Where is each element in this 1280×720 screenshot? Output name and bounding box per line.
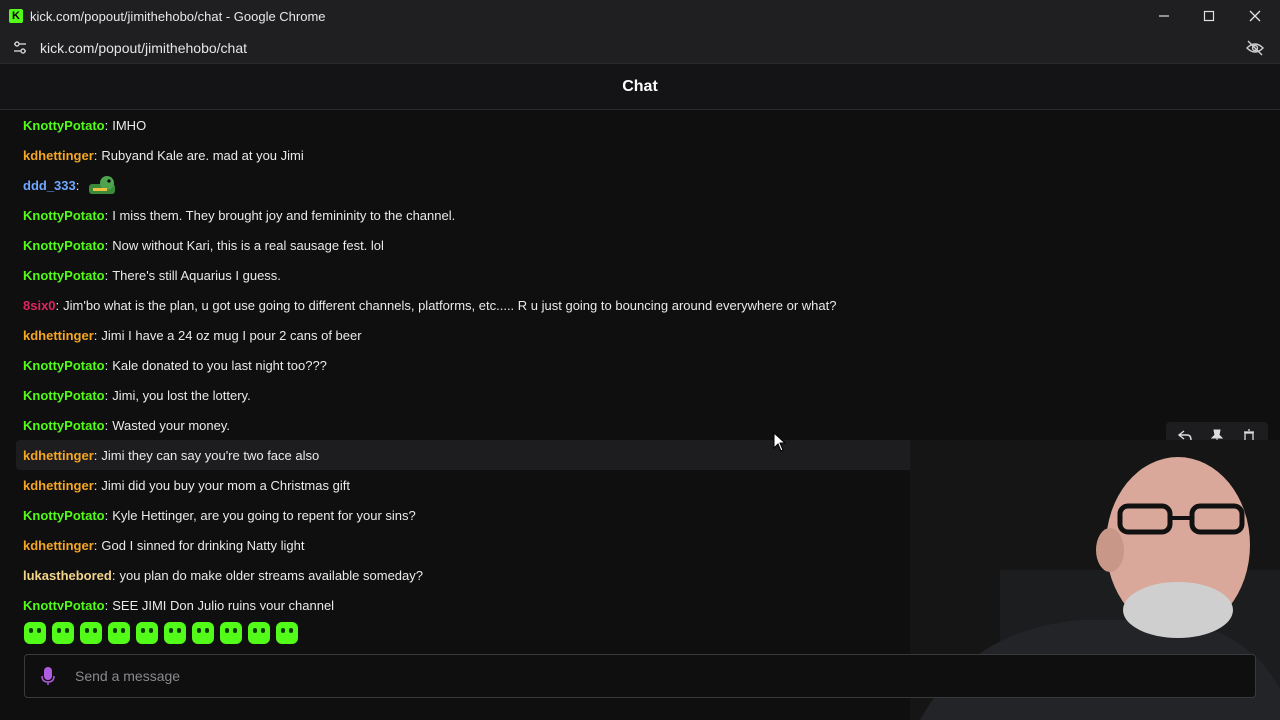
- mic-icon[interactable]: [41, 666, 55, 686]
- kick-emote-icon[interactable]: [248, 622, 270, 644]
- chat-header: Chat: [0, 64, 1280, 110]
- username-separator: :: [75, 177, 80, 193]
- chat-message[interactable]: kdhettinger: Jimi I have a 24 oz mug I po…: [16, 320, 1266, 350]
- chat-message-text: Kale donated to you last night too???: [112, 357, 327, 373]
- username-separator: :: [104, 267, 109, 283]
- chat-message[interactable]: ddd_333:: [16, 170, 1266, 200]
- chat-username[interactable]: kdhettinger: [23, 448, 94, 463]
- crocodile-emote[interactable]: [87, 174, 117, 196]
- chat-message-text: I miss them. They brought joy and femini…: [112, 207, 456, 223]
- window-title: kick.com/popout/jimithehobo/chat - Googl…: [30, 8, 326, 24]
- chat-title: Chat: [622, 77, 658, 95]
- kick-emote-icon[interactable]: [220, 622, 242, 644]
- username-separator: :: [93, 537, 98, 553]
- kick-emote-icon[interactable]: [136, 622, 158, 644]
- chat-username[interactable]: ddd_333: [23, 178, 76, 193]
- username-separator: :: [104, 207, 109, 223]
- kick-favicon-icon: K: [9, 9, 23, 23]
- chat-message-text: Jimi I have a 24 oz mug I pour 2 cans of…: [101, 327, 362, 343]
- chat-username[interactable]: KnottyPotato: [23, 418, 105, 433]
- username-separator: :: [93, 327, 98, 343]
- close-icon: [1249, 10, 1261, 22]
- chat-message-text: Jimi did you buy your mom a Christmas gi…: [101, 477, 350, 493]
- chat-message-text: Rubyand Kale are. mad at you Jimi: [101, 147, 304, 163]
- chat-message-text: Kyle Hettinger, are you going to repent …: [112, 507, 416, 523]
- chat-input[interactable]: Send a message: [24, 654, 1256, 698]
- username-separator: :: [93, 477, 98, 493]
- chat-message-text: Wasted your money.: [112, 417, 231, 433]
- chat-message[interactable]: KnottyPotato: Now without Kari, this is a…: [16, 230, 1266, 260]
- chat-username[interactable]: KnottyPotato: [23, 208, 105, 223]
- mouse-cursor-icon: [773, 432, 787, 452]
- username-separator: :: [104, 357, 109, 373]
- emote-bar: [24, 622, 298, 648]
- username-separator: :: [104, 597, 109, 611]
- username-separator: :: [111, 567, 116, 583]
- username-separator: :: [55, 297, 60, 313]
- kick-emote-icon[interactable]: [52, 622, 74, 644]
- browser-titlebar: K kick.com/popout/jimithehobo/chat - Goo…: [0, 0, 1280, 32]
- chat-message[interactable]: KnottyPotato: IMHO: [16, 110, 1266, 140]
- chat-username[interactable]: kdhettinger: [23, 478, 94, 493]
- chat-username[interactable]: kdhettinger: [23, 148, 94, 163]
- chat-username[interactable]: KnottyPotato: [23, 598, 105, 611]
- username-separator: :: [104, 117, 109, 133]
- kick-emote-icon[interactable]: [192, 622, 214, 644]
- url-text[interactable]: kick.com/popout/jimithehobo/chat: [40, 40, 247, 56]
- chat-message-text: you plan do make older streams available…: [119, 567, 423, 583]
- username-separator: :: [93, 447, 98, 463]
- chat-username[interactable]: KnottyPotato: [23, 508, 105, 523]
- chat-message-text: There's still Aquarius I guess.: [112, 267, 281, 283]
- chat-message[interactable]: KnottyPotato: Jimi, you lost the lottery.: [16, 380, 1266, 410]
- chat-username[interactable]: KnottyPotato: [23, 268, 105, 283]
- chat-username[interactable]: kdhettinger: [23, 538, 94, 553]
- chat-message-text: IMHO: [112, 117, 147, 133]
- chat-message[interactable]: kdhettinger: Rubyand Kale are. mad at you…: [16, 140, 1266, 170]
- chat-username[interactable]: KnottyPotato: [23, 238, 105, 253]
- minimize-button[interactable]: [1141, 0, 1187, 32]
- close-button[interactable]: [1232, 0, 1278, 32]
- chat-username[interactable]: KnottyPotato: [23, 358, 105, 373]
- maximize-button[interactable]: [1186, 0, 1232, 32]
- kick-emote-icon[interactable]: [108, 622, 130, 644]
- chat-message[interactable]: 8six0: Jim'bo what is the plan, u got use…: [16, 290, 1266, 320]
- chat-message-text: Now without Kari, this is a real sausage…: [112, 237, 384, 253]
- message-input-placeholder[interactable]: Send a message: [75, 668, 180, 684]
- address-bar[interactable]: kick.com/popout/jimithehobo/chat: [0, 32, 1280, 64]
- chat-message[interactable]: KnottyPotato: I miss them. They brought j…: [16, 200, 1266, 230]
- chat-message[interactable]: KnottyPotato: Wasted your money.: [16, 410, 1266, 440]
- chat-username[interactable]: KnottyPotato: [23, 388, 105, 403]
- chat-username[interactable]: KnottyPotato: [23, 118, 105, 133]
- chat-message-text: Jimi, you lost the lottery.: [112, 387, 251, 403]
- chat-username[interactable]: lukasthebored: [23, 568, 112, 583]
- chat-message-text: Jimi they can say you're two face also: [101, 447, 320, 463]
- kick-emote-icon[interactable]: [276, 622, 298, 644]
- username-separator: :: [104, 387, 109, 403]
- username-separator: :: [104, 507, 109, 523]
- kick-emote-icon[interactable]: [164, 622, 186, 644]
- maximize-icon: [1203, 10, 1215, 22]
- chat-message-text: God I sinned for drinking Natty light: [101, 537, 305, 553]
- chat-message-text: SEE JIMI Don Julio ruins your channel: [112, 597, 335, 611]
- kick-emote-icon[interactable]: [80, 622, 102, 644]
- chat-message-text: Jim'bo what is the plan, u got use going…: [63, 297, 837, 313]
- tune-icon[interactable]: [12, 40, 28, 56]
- username-separator: :: [104, 417, 109, 433]
- chat-username[interactable]: kdhettinger: [23, 328, 94, 343]
- kick-emote-icon[interactable]: [24, 622, 46, 644]
- username-separator: :: [93, 147, 98, 163]
- minimize-icon: [1159, 15, 1169, 17]
- chat-username[interactable]: 8six0: [23, 298, 56, 313]
- chat-message[interactable]: KnottyPotato: Kale donated to you last ni…: [16, 350, 1266, 380]
- chat-message[interactable]: KnottyPotato: There's still Aquarius I gu…: [16, 260, 1266, 290]
- eye-off-icon[interactable]: [1246, 40, 1264, 56]
- username-separator: :: [104, 237, 109, 253]
